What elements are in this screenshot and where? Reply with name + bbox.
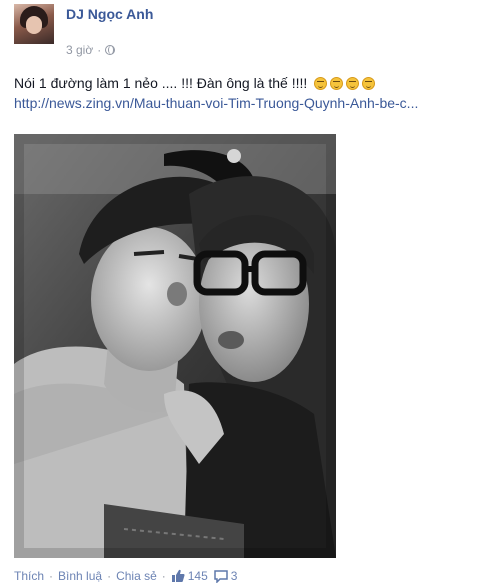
- post-meta: 3 giờ ·: [66, 43, 116, 57]
- meta-separator: ·: [97, 43, 102, 57]
- smirk-face-emoji-icon: [345, 77, 359, 90]
- action-separator: ·: [161, 569, 166, 583]
- post-link[interactable]: http://news.zing.vn/Mau-thuan-voi-Tim-Tr…: [14, 94, 494, 112]
- avatar-face: [26, 16, 42, 34]
- comment-button[interactable]: Bình luậ: [58, 568, 102, 584]
- comment-count[interactable]: 3: [231, 568, 238, 584]
- smirk-face-emoji-icon: [361, 77, 375, 90]
- globe-icon[interactable]: [105, 45, 116, 55]
- emoji-group: [311, 75, 375, 91]
- author-name[interactable]: DJ Ngọc Anh: [66, 4, 206, 24]
- post-message: Nói 1 đường làm 1 nẻo .... !!! Đàn ông l…: [14, 74, 494, 92]
- post-photo[interactable]: [14, 134, 336, 558]
- post-message-text: Nói 1 đường làm 1 nẻo .... !!! Đàn ông l…: [14, 75, 308, 91]
- couple-selfie-photo-icon: [14, 134, 336, 558]
- post-timestamp[interactable]: 3 giờ: [66, 43, 93, 57]
- post-actions-bar: Thích · Bình luậ · Chia sẻ · 145 3: [14, 568, 237, 584]
- action-separator: ·: [49, 569, 54, 583]
- author-avatar[interactable]: [14, 4, 54, 44]
- share-button[interactable]: Chia sẻ: [116, 568, 157, 584]
- action-separator: ·: [107, 569, 112, 583]
- thumbs-up-icon[interactable]: [171, 569, 185, 583]
- smirk-face-emoji-icon: [330, 77, 344, 90]
- feed-post: DJ Ngọc Anh 3 giờ · Nói 1 đường làm 1 nẻ…: [0, 0, 500, 584]
- like-button[interactable]: Thích: [14, 568, 44, 584]
- smirk-face-emoji-icon: [314, 77, 328, 90]
- comment-bubble-icon[interactable]: [214, 569, 228, 583]
- like-count[interactable]: 145: [188, 568, 208, 584]
